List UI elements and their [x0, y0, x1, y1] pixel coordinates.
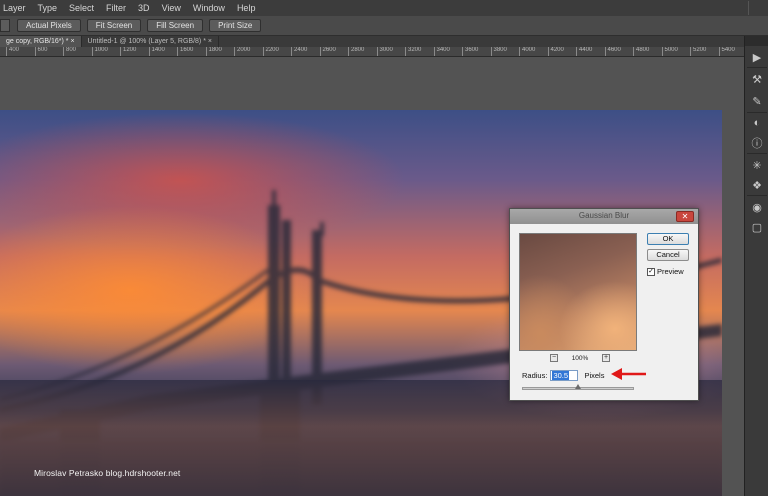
ruler-tick: 3400 [433, 47, 450, 56]
tab-untitled-1[interactable]: Untitled-1 @ 100% (Layer 5, RGB/8) * × [82, 36, 219, 47]
ruler-tick: 800 [63, 47, 76, 56]
document-tabs: ge copy, RGB/16*) * × Untitled-1 @ 100% … [0, 36, 744, 47]
panel-separator [747, 112, 767, 113]
asterisk-icon[interactable]: ✳ [750, 158, 764, 172]
fill-screen-button[interactable]: Fill Screen [147, 19, 204, 32]
menu-layer[interactable]: Layer [0, 0, 32, 16]
menu-filter[interactable]: Filter [100, 0, 132, 16]
radius-value: 30.5 [552, 371, 570, 380]
dialog-title: Gaussian Blur [578, 211, 630, 220]
ruler-tick: 3600 [462, 47, 478, 56]
ruler-tick: 2000 [234, 47, 250, 56]
ruler-tick: 5200 [690, 47, 706, 56]
brush-icon[interactable]: ✎ [750, 94, 764, 108]
ok-button[interactable]: OK [647, 233, 689, 245]
ruler-tick: 3800 [490, 47, 507, 56]
ruler-tick: 4400 [576, 47, 592, 56]
ruler-tick: 5400 [718, 47, 735, 56]
radius-input[interactable]: 30.5 [550, 370, 579, 381]
paths-icon[interactable]: ▢ [750, 220, 764, 234]
menu-select[interactable]: Select [63, 0, 100, 16]
ruler-tick: 1400 [148, 47, 165, 56]
tools-icon[interactable]: ⚒ [750, 72, 764, 86]
zoom-in-button[interactable]: + [602, 354, 610, 362]
preview-checkbox[interactable]: ✓ [647, 267, 655, 276]
zoom-level: 100% [571, 354, 589, 362]
ruler-tick: 3000 [376, 47, 393, 56]
radius-row: Radius: 30.5 Pixels [522, 370, 604, 381]
annotation-arrow-icon [611, 368, 646, 380]
ruler-tick: 1000 [91, 47, 108, 56]
radius-slider-thumb[interactable] [575, 384, 581, 389]
menu-3d[interactable]: 3D [132, 0, 156, 16]
info-icon[interactable]: ⓘ [750, 136, 764, 150]
window-control[interactable] [748, 1, 768, 15]
ruler-tick: 1800 [205, 47, 222, 56]
options-bar-edge [0, 19, 10, 32]
channels-icon[interactable]: ◉ [750, 200, 764, 214]
photo-credit: Miroslav Petrasko blog.hdrshooter.net [34, 468, 181, 478]
panel-dock-header [745, 36, 768, 46]
ruler-tick: 4800 [633, 47, 649, 56]
ruler-tick: 2600 [319, 47, 336, 56]
menu-help[interactable]: Help [231, 0, 262, 16]
panel-separator [747, 195, 767, 196]
ruler-tick: 2400 [291, 47, 307, 56]
ruler-tick: 400 [6, 47, 19, 56]
radius-units: Pixels [584, 371, 605, 380]
ruler-tick: 1600 [177, 47, 193, 56]
preview-checkbox-row[interactable]: ✓ Preview [647, 267, 684, 276]
close-button[interactable]: ✕ [676, 211, 694, 222]
horizontal-ruler: 400 600 800 1000 1200 1400 1600 1800 2000 2200 240… [0, 47, 744, 57]
zoom-out-button[interactable]: − [550, 354, 558, 362]
play-icon[interactable]: ▶ [750, 50, 764, 64]
ruler-tick: 5000 [661, 47, 678, 56]
menu-view[interactable]: View [156, 0, 187, 16]
preview-label: Preview [657, 267, 684, 276]
panel-separator [747, 67, 767, 68]
blur-preview-window[interactable] [519, 233, 637, 351]
dialog-titlebar[interactable]: Gaussian Blur ✕ [510, 209, 698, 224]
adjust-icon[interactable]: ◐ [750, 116, 764, 130]
ruler-tick: 1200 [120, 47, 136, 56]
tab-document-active[interactable]: ge copy, RGB/16*) * × [0, 36, 82, 47]
ruler-tick: 600 [34, 47, 48, 56]
cancel-button[interactable]: Cancel [647, 249, 689, 261]
options-bar: Actual Pixels Fit Screen Fill Screen Pri… [0, 16, 768, 36]
menu-window[interactable]: Window [187, 0, 231, 16]
fit-screen-button[interactable]: Fit Screen [86, 19, 142, 32]
radius-slider[interactable] [522, 384, 634, 390]
panel-separator [747, 153, 767, 154]
right-panel-dock: ▶ ⚒ ✎ ◐ ⓘ ✳ ❖ ◉ ▢ [744, 36, 768, 496]
ruler-tick: 2800 [348, 47, 364, 56]
layers-icon[interactable]: ❖ [750, 178, 764, 192]
ruler-tick: 3200 [405, 47, 421, 56]
gaussian-blur-dialog: Gaussian Blur ✕ − 100% + OK Cancel ✓ Pre… [509, 208, 699, 401]
ruler-tick: 2200 [262, 47, 279, 56]
menu-type[interactable]: Type [32, 0, 64, 16]
actual-pixels-button[interactable]: Actual Pixels [17, 19, 81, 32]
ruler-tick: 4000 [519, 47, 535, 56]
ruler-tick: 4600 [604, 47, 621, 56]
print-size-button[interactable]: Print Size [209, 19, 262, 32]
ruler-tick: 4200 [547, 47, 564, 56]
menu-bar: Layer Type Select Filter 3D View Window … [0, 0, 768, 16]
radius-label: Radius: [522, 371, 548, 380]
zoom-controls: − 100% + [550, 353, 610, 363]
